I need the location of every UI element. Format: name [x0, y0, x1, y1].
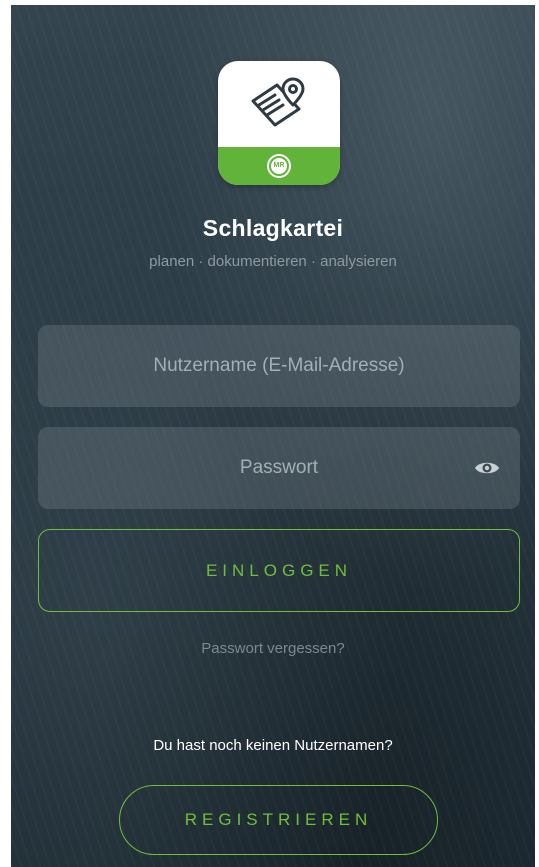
app-logo: MR — [218, 61, 340, 185]
register-button[interactable]: REGISTRIEREN — [119, 785, 438, 855]
username-input[interactable] — [38, 325, 520, 407]
login-button[interactable]: EINLOGGEN — [38, 529, 520, 612]
username-field[interactable] — [38, 325, 520, 407]
mr-badge-icon: MR — [267, 154, 291, 178]
no-account-prompt: Du hast noch keinen Nutzernamen? — [153, 737, 393, 754]
logo-icon-area — [218, 61, 340, 147]
login-screen: MR Schlagkartei planen · dokumentieren ·… — [11, 5, 535, 867]
mr-badge-text: MR — [271, 158, 287, 174]
map-document-pin-icon — [251, 77, 305, 127]
password-input[interactable] — [38, 427, 520, 509]
logo-green-band: MR — [218, 147, 340, 185]
forgot-password-link[interactable]: Passwort vergessen? — [11, 640, 535, 657]
password-field[interactable] — [38, 427, 520, 509]
show-password-eye-icon[interactable] — [474, 457, 500, 479]
app-title: Schlagkartei — [202, 215, 344, 241]
app-subtitle: planen · dokumentieren · analysieren — [149, 253, 397, 270]
